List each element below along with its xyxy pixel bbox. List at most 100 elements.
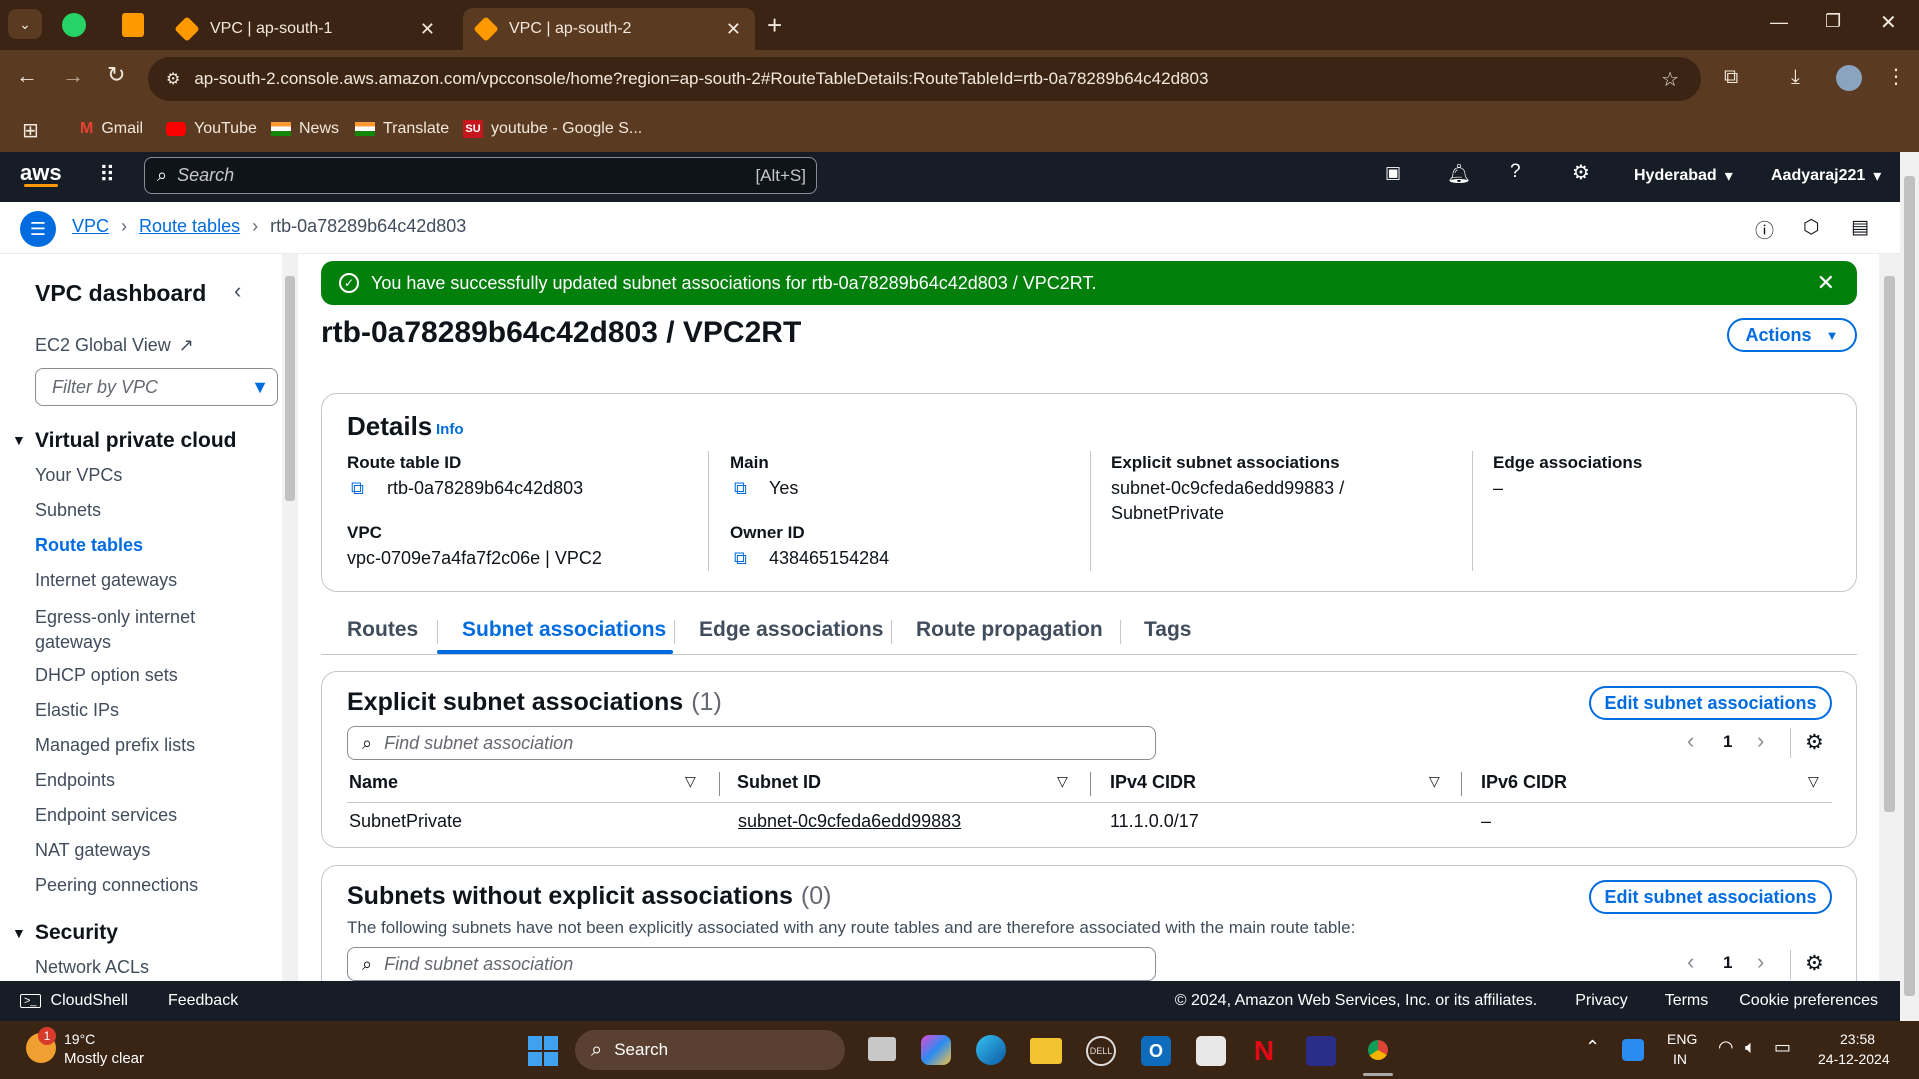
sidebar-item-subnets[interactable]: Subnets	[35, 500, 101, 521]
services-grid-icon[interactable]: ⠿	[99, 162, 115, 188]
aws-logo[interactable]: aws	[20, 160, 62, 186]
explicit-subnet-assoc-link[interactable]: subnet-0c9cfeda6edd99883 /	[1111, 478, 1344, 499]
close-icon[interactable]: ✕	[1817, 270, 1835, 296]
windows-start-icon[interactable]	[528, 1036, 558, 1066]
tab-subnet-associations[interactable]: Subnet associations	[462, 618, 666, 642]
cloudshell-button[interactable]: >_ CloudShell	[20, 992, 128, 1010]
chrome-icon[interactable]	[1361, 1033, 1395, 1067]
column-resizer[interactable]	[719, 772, 720, 796]
sidebar-item-route-tables[interactable]: Route tables	[35, 535, 143, 556]
bookmark-star-icon[interactable]: ☆	[1661, 67, 1679, 92]
scrollbar-thumb[interactable]	[285, 276, 295, 501]
tab-search-button[interactable]: ⌄	[8, 9, 42, 39]
column-resizer[interactable]	[1090, 772, 1091, 796]
whatsapp-tab-icon[interactable]	[62, 13, 86, 37]
page-scrollbar[interactable]	[1900, 152, 1919, 1021]
sidebar-item-internet-gateways[interactable]: Internet gateways	[35, 570, 177, 591]
sort-caret-icon[interactable]: ▽	[1808, 773, 1819, 790]
file-explorer-icon[interactable]	[1030, 1038, 1062, 1064]
sidebar-item-elastic-ips[interactable]: Elastic IPs	[35, 700, 119, 721]
aws-pinned-tab-icon[interactable]	[122, 13, 144, 37]
region-selector[interactable]: Hyderabad ▾	[1634, 166, 1733, 186]
breadcrumb-vpc[interactable]: VPC	[72, 216, 109, 237]
sidebar-item-endpoints[interactable]: Endpoints	[35, 770, 115, 791]
cloudshell-icon[interactable]: ▣	[1385, 163, 1401, 183]
back-arrow-icon[interactable]: ←	[16, 63, 38, 89]
cell-subnet-id-link[interactable]: subnet-0c9cfeda6edd99883	[738, 811, 961, 832]
minimize-icon[interactable]: —	[1770, 12, 1788, 33]
taskbar-search[interactable]: ⌕ Search	[575, 1030, 845, 1070]
column-header-ipv6-cidr[interactable]: IPv6 CIDR	[1481, 772, 1567, 793]
sidebar-item-your-vpcs[interactable]: Your VPCs	[35, 465, 122, 486]
help-icon[interactable]: ?	[1510, 161, 1521, 183]
chevron-right-icon[interactable]: ›	[1757, 728, 1764, 754]
store-icon[interactable]	[1196, 1036, 1226, 1066]
cookie-preferences-link[interactable]: Cookie preferences	[1739, 992, 1878, 1010]
apps-grid-icon[interactable]: ⊞	[22, 118, 39, 143]
sidebar-item-peering-connections[interactable]: Peering connections	[35, 875, 198, 896]
terms-link[interactable]: Terms	[1665, 992, 1709, 1010]
tab-tags[interactable]: Tags	[1144, 618, 1191, 642]
vpc-link[interactable]: vpc-0709e7a4fa7f2c06e | VPC2	[347, 548, 602, 569]
clock-time[interactable]: 23:58	[1840, 1031, 1875, 1047]
chevron-up-icon[interactable]: ⌃	[1585, 1037, 1600, 1058]
column-resizer[interactable]	[1461, 772, 1462, 796]
volume-icon[interactable]: 🔈︎	[1745, 1037, 1756, 1058]
sidebar-item-network-acls[interactable]: Network ACLs	[35, 957, 149, 978]
collapse-sidebar-icon[interactable]: ‹	[234, 278, 241, 304]
tab-routes[interactable]: Routes	[347, 618, 418, 642]
scrollbar-thumb[interactable]	[1904, 176, 1915, 996]
copy-icon[interactable]: ⧉	[734, 548, 747, 569]
chevron-left-icon[interactable]: ‹	[1687, 949, 1694, 975]
bookmark-youtube[interactable]: YouTube	[166, 115, 257, 143]
sidebar-item-nat-gateways[interactable]: NAT gateways	[35, 840, 150, 861]
expand-arrow-icon[interactable]: ▼	[12, 432, 26, 448]
pagination-page[interactable]: 1	[1723, 732, 1732, 752]
privacy-link[interactable]: Privacy	[1575, 992, 1627, 1010]
window-close-icon[interactable]: ✕	[1880, 10, 1897, 35]
section-security[interactable]: Security	[35, 921, 118, 945]
site-info-icon[interactable]: ⚙	[166, 69, 180, 89]
outlook-icon[interactable]: O	[1141, 1036, 1171, 1066]
sort-caret-icon[interactable]: ▽	[1429, 773, 1440, 790]
tab-vpc-ap-south-1[interactable]: VPC | ap-south-1 ✕	[164, 8, 449, 50]
column-header-name[interactable]: Name	[349, 772, 398, 793]
sidebar-title[interactable]: VPC dashboard	[35, 280, 206, 307]
chevron-right-icon[interactable]: ›	[1757, 949, 1764, 975]
tab-vpc-ap-south-2[interactable]: VPC | ap-south-2 ✕	[463, 8, 755, 50]
tab-route-propagation[interactable]: Route propagation	[916, 618, 1103, 642]
column-header-ipv4-cidr[interactable]: IPv4 CIDR	[1110, 772, 1196, 793]
gear-icon[interactable]: ⚙	[1805, 730, 1824, 755]
tab-edge-associations[interactable]: Edge associations	[699, 618, 883, 642]
battery-icon[interactable]: ▭	[1774, 1037, 1791, 1058]
actions-button[interactable]: Actions ▼	[1727, 318, 1857, 352]
language-indicator[interactable]: ENG	[1667, 1031, 1697, 1047]
sidebar-item-endpoint-services[interactable]: Endpoint services	[35, 805, 177, 826]
bookmark-gmail[interactable]: M Gmail	[80, 115, 143, 143]
edit-subnet-associations-button-2[interactable]: Edit subnet associations	[1589, 880, 1832, 914]
menu-icon[interactable]: ☰	[20, 211, 56, 247]
sidebar-item-egress-only-gateways[interactable]: Egress-only internet gateways	[35, 605, 235, 655]
find-subnet-association-input-2[interactable]: ⌕ Find subnet association	[347, 947, 1156, 981]
bookmark-news[interactable]: News	[271, 115, 339, 143]
section-virtual-private-cloud[interactable]: Virtual private cloud	[35, 429, 237, 453]
vpc-filter-select[interactable]: Filter by VPC ▼	[35, 368, 278, 406]
new-tab-button[interactable]: +	[767, 10, 782, 41]
edit-subnet-associations-button[interactable]: Edit subnet associations	[1589, 686, 1832, 720]
copy-icon[interactable]: ⧉	[351, 478, 364, 499]
defender-icon[interactable]	[1622, 1039, 1644, 1061]
download-icon[interactable]: ⤓	[1791, 66, 1800, 89]
extensions-icon[interactable]: ⧉	[1724, 66, 1738, 89]
forward-arrow-icon[interactable]: →	[62, 63, 84, 89]
weather-desc[interactable]: Mostly clear	[64, 1050, 144, 1067]
ec2-global-view-link[interactable]: EC2 Global View ↗	[35, 335, 194, 356]
sidebar-item-managed-prefix-lists[interactable]: Managed prefix lists	[35, 735, 195, 756]
close-icon[interactable]: ✕	[420, 19, 435, 40]
clock-date[interactable]: 24-12-2024	[1818, 1051, 1890, 1067]
profile-avatar[interactable]	[1836, 65, 1862, 91]
bookmark-youtube-google[interactable]: SU youtube - Google S...	[463, 115, 642, 143]
task-view-icon[interactable]	[868, 1037, 896, 1061]
chevron-left-icon[interactable]: ‹	[1687, 728, 1694, 754]
netflix-icon[interactable]: N	[1253, 1035, 1275, 1067]
sidebar-scrollbar[interactable]	[282, 254, 298, 981]
